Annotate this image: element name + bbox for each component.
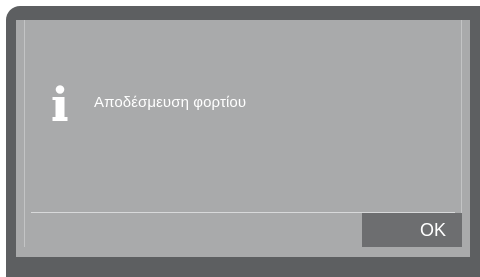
dialog-message: Αποδέσμευση φορτίου: [94, 94, 247, 111]
bottom-strip: [16, 247, 470, 257]
dialog-screen: Αποδέσμευση φορτίου OK: [16, 20, 470, 257]
info-icon: [52, 85, 68, 121]
ok-button[interactable]: OK: [362, 213, 462, 247]
panel-divider-left: [24, 20, 25, 257]
